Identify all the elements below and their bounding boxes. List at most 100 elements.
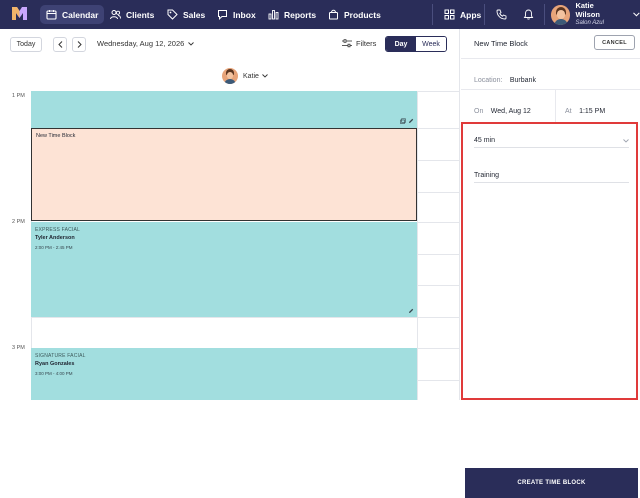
filter-sliders-icon <box>342 39 352 48</box>
day-view-button[interactable]: Day <box>386 37 416 51</box>
appointment-client: Tyler Anderson <box>35 235 75 241</box>
cancel-button[interactable]: CANCEL <box>594 35 635 50</box>
grid-slot-line <box>418 380 459 381</box>
clients-icon <box>110 10 121 20</box>
logo-icon[interactable] <box>12 7 27 20</box>
location-value: Burbank <box>509 77 536 84</box>
user-name: Katie Wilson <box>575 1 600 19</box>
nav-apps[interactable]: Apps <box>438 5 487 24</box>
user-salon: Salon Azul <box>575 20 604 26</box>
nav-calendar[interactable]: Calendar <box>40 5 105 24</box>
phone-button[interactable] <box>493 6 509 22</box>
user-menu[interactable]: Katie Wilson Salon Azul <box>551 1 640 28</box>
appointment-block[interactable] <box>31 91 417 128</box>
location-label: Location: <box>474 77 503 84</box>
location-row: Location: Burbank <box>474 69 536 87</box>
appointment-block[interactable]: SIGNATURE FACIAL Ryan Gonzales 3:00 PM -… <box>31 348 417 400</box>
bell-icon <box>523 9 533 20</box>
new-time-block[interactable]: New Time Block <box>31 128 417 221</box>
grid-slot-line <box>418 192 459 193</box>
nav-products-label: Products <box>344 9 381 20</box>
nav-inbox[interactable]: Inbox <box>211 5 262 24</box>
nav-calendar-label: Calendar <box>62 9 99 20</box>
chevron-down-icon <box>623 138 629 143</box>
next-day-button[interactable] <box>72 37 86 52</box>
appointment-service: EXPRESS FACIAL <box>35 227 81 233</box>
chevron-down-icon <box>262 74 268 78</box>
nav-clients[interactable]: Clients <box>104 5 160 24</box>
nav-divider <box>544 4 545 25</box>
nav-products[interactable]: Products <box>322 5 387 24</box>
time-block-title: New Time Block <box>36 133 76 139</box>
grid-slot-line <box>418 254 459 255</box>
stack-icon <box>400 118 406 124</box>
duration-select[interactable]: 45 min <box>474 134 629 148</box>
user-info: Katie Wilson Salon Azul <box>575 1 619 28</box>
appointment-client: Ryan Gonzales <box>35 361 75 367</box>
grid-slot-line <box>418 285 459 286</box>
date-field[interactable]: On Wed, Aug 12 <box>474 100 531 118</box>
staff-selector[interactable]: Katie <box>222 68 268 84</box>
tag-icon <box>167 9 178 20</box>
calendar-icon <box>46 10 57 20</box>
chevron-left-icon <box>57 41 62 48</box>
inbox-icon <box>218 10 227 20</box>
reason-value: Training <box>474 172 500 179</box>
nav-reports[interactable]: Reports <box>262 5 322 24</box>
view-toggle: Day Week <box>385 36 447 52</box>
divider <box>461 89 640 90</box>
time-block-form: 45 min Training CREATE TIME BLOCK <box>461 122 638 498</box>
hour-label: 2 PM <box>12 219 25 225</box>
chevron-down-icon <box>633 12 640 17</box>
calendar-toolbar: Today Wednesday, Aug 12, 2026 Filters Da… <box>0 29 459 59</box>
grid-slot-line <box>418 160 459 161</box>
pencil-icon <box>409 118 414 123</box>
bag-icon <box>329 9 338 20</box>
nav-sales-label: Sales <box>183 9 206 20</box>
filters-button[interactable]: Filters <box>342 39 376 48</box>
nav-divider <box>484 4 485 25</box>
date-picker[interactable]: Wednesday, Aug 12, 2026 <box>97 39 195 48</box>
previous-day-button[interactable] <box>53 37 67 52</box>
reason-input[interactable]: Training <box>474 169 629 183</box>
chevron-right-icon <box>77 41 82 48</box>
today-button[interactable]: Today <box>10 37 42 52</box>
date-value: Wed, Aug 12 <box>490 108 531 115</box>
nav-reports-label: Reports <box>284 9 317 20</box>
appointment-block[interactable]: EXPRESS FACIAL Tyler Anderson 2:00 PM - … <box>31 222 417 317</box>
chevron-down-icon <box>188 41 195 46</box>
panel-title: New Time Block <box>474 39 528 48</box>
grid-column-divider <box>417 91 418 400</box>
time-block-panel: New Time Block CANCEL Location: Burbank … <box>459 29 640 498</box>
current-date: Wednesday, Aug 12, 2026 <box>97 39 185 48</box>
hour-label: 1 PM <box>12 93 25 99</box>
appointment-service: SIGNATURE FACIAL <box>35 353 86 359</box>
week-view-button[interactable]: Week <box>416 37 446 51</box>
avatar <box>551 4 571 25</box>
nav-divider <box>432 4 433 25</box>
grid-slot-line <box>31 317 459 318</box>
divider <box>461 58 640 59</box>
divider <box>555 89 556 122</box>
bar-chart-icon <box>268 10 279 20</box>
staff-name: Katie <box>243 72 259 80</box>
top-nav: Calendar Clients Sales Inbox Reports Pro… <box>0 0 640 29</box>
at-label: At <box>565 108 572 115</box>
nav-sales[interactable]: Sales <box>161 5 211 24</box>
hour-label: 3 PM <box>12 345 25 351</box>
time-field[interactable]: At 1:15 PM <box>565 100 605 118</box>
pencil-icon <box>409 308 414 313</box>
nav-apps-label: Apps <box>460 9 482 20</box>
create-time-block-button[interactable]: CREATE TIME BLOCK <box>465 468 638 498</box>
calendar-grid: 1 PM 2 PM 3 PM New Time Block EXPRESS FA… <box>0 91 459 400</box>
duration-value: 45 min <box>474 137 496 144</box>
nav-inbox-label: Inbox <box>233 9 256 20</box>
time-value: 1:15 PM <box>579 108 606 115</box>
nav-clients-label: Clients <box>126 9 155 20</box>
notifications-button[interactable] <box>520 6 536 22</box>
appointment-time: 3:00 PM - 4:00 PM <box>35 371 73 376</box>
staff-avatar <box>222 68 238 84</box>
apps-grid-icon <box>444 9 455 20</box>
on-label: On <box>474 108 484 115</box>
phone-icon <box>496 9 506 19</box>
